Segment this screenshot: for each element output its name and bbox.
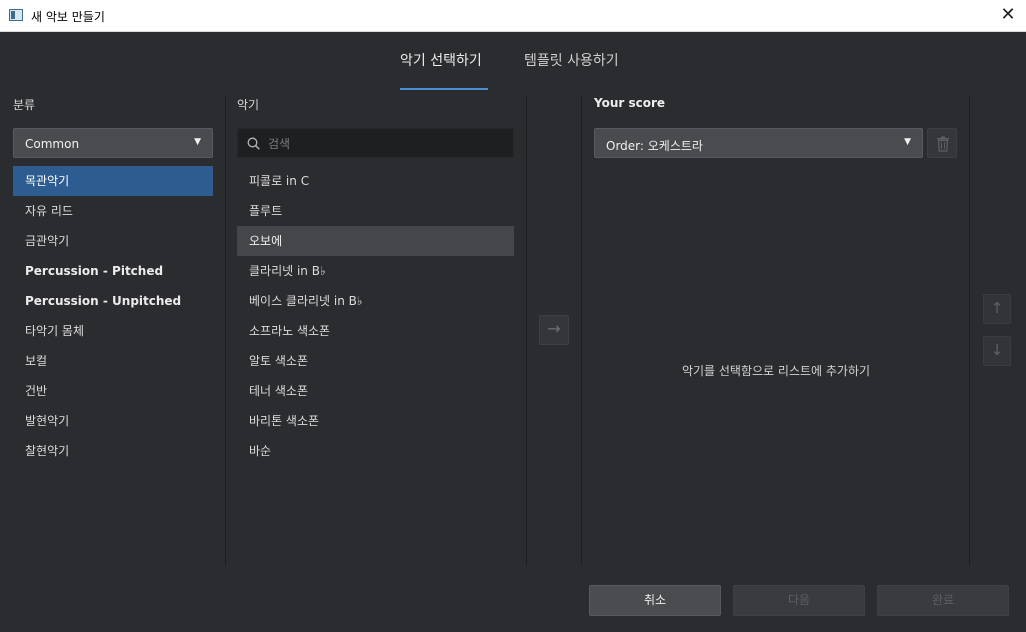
your-score-label: Your score (594, 96, 666, 110)
cancel-button[interactable]: 취소 (589, 585, 721, 616)
instrument-item[interactable]: 테너 색소폰 (237, 376, 514, 406)
instrument-item[interactable]: 소프라노 색소폰 (237, 316, 514, 346)
category-item[interactable]: 건반 (13, 376, 213, 406)
instruments-label: 악기 (237, 98, 260, 112)
column-divider (581, 96, 582, 566)
instrument-item[interactable]: 플루트 (237, 196, 514, 226)
instrument-item[interactable]: 오보에 (237, 226, 514, 256)
search-icon (247, 137, 260, 150)
column-divider (526, 96, 527, 566)
category-item[interactable]: 찰현악기 (13, 436, 213, 466)
category-item[interactable]: 목관악기 (13, 166, 213, 196)
new-score-dialog: 악기 선택하기 템플릿 사용하기 분류 Common ▼ 목관악기 자유 리드 … (0, 32, 1026, 632)
search-input[interactable] (268, 135, 503, 153)
category-dropdown[interactable]: Common ▼ (13, 128, 213, 158)
delete-button[interactable] (927, 128, 957, 158)
empty-score-hint: 악기를 선택함으로 리스트에 추가하기 (681, 364, 871, 378)
category-item[interactable]: 타악기 몸체 (13, 316, 213, 346)
caret-down-icon: ▼ (194, 137, 201, 147)
category-item[interactable]: 금관악기 (13, 226, 213, 256)
active-tab-indicator (400, 88, 488, 90)
move-down-button[interactable]: ↓ (983, 336, 1011, 366)
window-title: 새 악보 만들기 (31, 10, 105, 24)
category-dropdown-value: Common (25, 137, 80, 151)
instrument-item[interactable]: 클라리넷 in B♭ (237, 256, 514, 286)
trash-icon (937, 136, 949, 152)
category-list: 목관악기 자유 리드 금관악기 Percussion - Pitched Per… (13, 166, 213, 466)
finish-button[interactable]: 완료 (877, 585, 1009, 616)
move-up-button[interactable]: ↑ (983, 294, 1011, 324)
tab-select-instruments[interactable]: 악기 선택하기 (400, 50, 482, 70)
order-dropdown[interactable]: Order: 오케스트라 ▼ (594, 128, 923, 158)
tab-use-template[interactable]: 템플릿 사용하기 (524, 50, 619, 70)
category-item[interactable]: 발현악기 (13, 406, 213, 436)
category-item[interactable]: 자유 리드 (13, 196, 213, 226)
category-item[interactable]: Percussion - Pitched (13, 256, 213, 286)
category-item[interactable]: Percussion - Unpitched (13, 286, 213, 316)
instrument-item[interactable]: 알토 색소폰 (237, 346, 514, 376)
add-instrument-button[interactable]: → (539, 315, 569, 345)
instrument-list: 피콜로 in C 플루트 오보에 클라리넷 in B♭ 베이스 클라리넷 in … (237, 166, 514, 466)
next-button[interactable]: 다음 (733, 585, 865, 616)
title-bar: 새 악보 만들기 ✕ (0, 0, 1026, 32)
category-label: 분류 (13, 98, 36, 112)
instrument-item[interactable]: 바순 (237, 436, 514, 466)
instrument-search (237, 128, 514, 158)
instrument-item[interactable]: 피콜로 in C (237, 166, 514, 196)
app-icon (9, 9, 23, 21)
instrument-item[interactable]: 바리톤 색소폰 (237, 406, 514, 436)
category-item[interactable]: 보컬 (13, 346, 213, 376)
tab-bar: 악기 선택하기 템플릿 사용하기 (0, 50, 1026, 90)
close-button[interactable]: ✕ (990, 0, 1026, 32)
order-dropdown-value: Order: 오케스트라 (606, 139, 703, 153)
caret-down-icon: ▼ (904, 137, 911, 147)
instrument-item[interactable]: 베이스 클라리넷 in B♭ (237, 286, 514, 316)
column-divider (969, 96, 970, 566)
column-divider (225, 96, 226, 566)
